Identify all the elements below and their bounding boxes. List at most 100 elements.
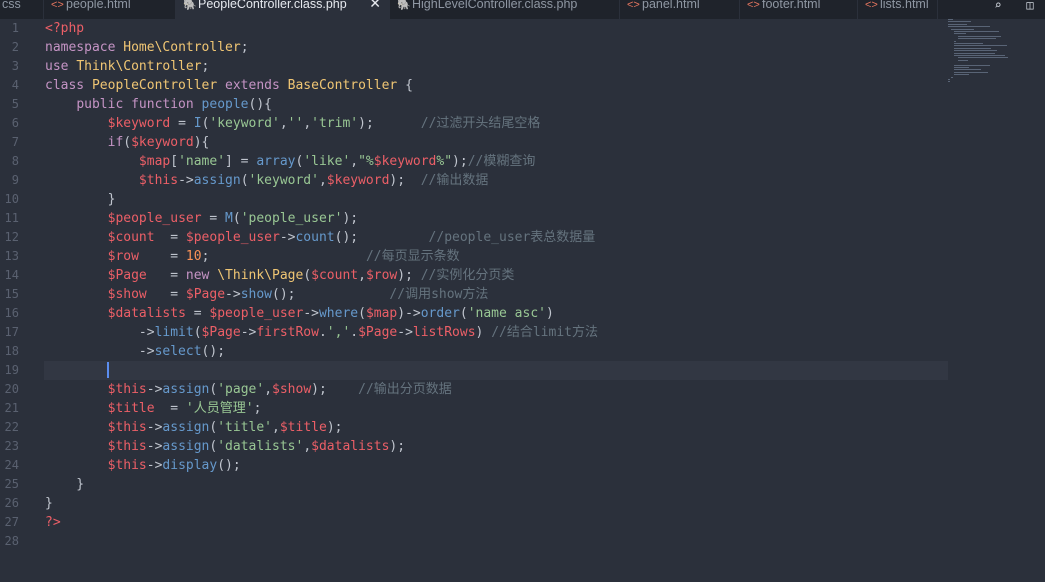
- tab-label: panel.html: [642, 0, 700, 11]
- code-editor[interactable]: 1 <?php 2 namespace Home\Controller; 3 use Th…: [0, 19, 1045, 582]
- code-token: assign: [162, 420, 210, 435]
- tab-people-html[interactable]: <> people.html: [44, 0, 176, 19]
- code-line: 9 $this->assign('keyword',$keyword); //输…: [0, 171, 1045, 190]
- code-token: $this: [138, 173, 179, 188]
- minimap-line: [948, 26, 990, 28]
- code-line: 18 ->select();: [0, 342, 1045, 361]
- code-token: (: [240, 173, 249, 188]
- code-token: .: [318, 325, 327, 340]
- search-in-files-icon[interactable]: ⌕: [990, 0, 1006, 11]
- minimap-line: [948, 81, 950, 83]
- tab-label: lists.html: [880, 0, 929, 11]
- code-line: 7 if($keyword){: [0, 133, 1045, 152]
- line-number: 2: [11, 40, 19, 54]
- code-token: ,: [303, 116, 312, 131]
- code-token: $row: [107, 249, 139, 264]
- code-token: $datalists: [311, 439, 390, 454]
- code-token: <?php: [45, 21, 85, 36]
- code-token: =: [146, 268, 186, 283]
- code-token: [: [170, 154, 179, 169]
- code-token: I: [193, 116, 202, 131]
- code-token: ->: [146, 420, 163, 435]
- code-token: 'datalists': [217, 439, 304, 454]
- code-token: ,: [358, 268, 366, 283]
- code-token: {: [405, 78, 413, 93]
- minimap-line: [951, 76, 953, 78]
- minimap-line: [948, 23, 967, 25]
- code-token: ->: [397, 325, 413, 340]
- code-token: ->: [45, 344, 155, 359]
- code-line: 28: [0, 532, 1045, 551]
- tab-panel-html[interactable]: <> panel.html: [620, 0, 740, 19]
- tab-peoplecontroller-class-php[interactable]: 🐘 PeopleController.class.php ✕: [176, 0, 390, 19]
- tab-label: footer.html: [762, 0, 821, 11]
- line-number: 1: [11, 21, 19, 35]
- split-layout-icon[interactable]: ◫: [1022, 0, 1038, 11]
- code-line: 19: [0, 361, 1045, 380]
- minimap-line: [954, 45, 1007, 47]
- code-token: (: [123, 135, 132, 150]
- code-token: //输出数据: [420, 173, 489, 188]
- code-token: $this: [107, 382, 147, 397]
- code-token: BaseController: [287, 78, 406, 93]
- code-token: }: [45, 192, 116, 207]
- close-tab-icon[interactable]: ✕: [369, 0, 381, 10]
- code-line: 16 $datalists = $people_user->where($map…: [0, 304, 1045, 323]
- line-code: ->select();: [45, 342, 225, 361]
- tab-css[interactable]: css: [0, 0, 44, 19]
- line-number: 25: [4, 477, 19, 491]
- code-token: }: [45, 496, 53, 511]
- code-token: Home\Controller: [123, 40, 241, 55]
- code-token: =: [146, 287, 186, 302]
- code-line: 3 use Think\Controller;: [0, 57, 1045, 76]
- code-token: //结合limit方法: [491, 325, 598, 340]
- code-token: ->: [178, 173, 194, 188]
- code-token: where: [318, 306, 359, 321]
- minimap-line: [954, 50, 997, 52]
- code-token: "%: [358, 154, 374, 169]
- code-token: );: [389, 439, 406, 454]
- code-token: %": [436, 154, 453, 169]
- code-token: people: [201, 97, 249, 112]
- code-token: \Think\Page: [217, 268, 304, 283]
- code-line: 6 $keyword = I('keyword','','trim'); //过…: [0, 114, 1045, 133]
- tab-lists-html[interactable]: <> lists.html: [858, 0, 938, 19]
- tab-highlevelcontroller-class-php[interactable]: 🐘 HighLevelController.class.php: [390, 0, 620, 19]
- minimap[interactable]: [948, 19, 1023, 99]
- code-line: 11 $people_user = M('people_user');: [0, 209, 1045, 228]
- code-token: ){: [193, 135, 210, 150]
- code-token: $count: [311, 268, 359, 283]
- code-line: 20 $this->assign('page',$show); //输出分页数据: [0, 380, 1045, 399]
- code-token: ;: [253, 401, 262, 416]
- code-token: ,: [272, 420, 280, 435]
- code-token: $show: [272, 382, 312, 397]
- minimap-line: [954, 52, 995, 54]
- php-file-icon: 🐘: [183, 0, 197, 11]
- line-code: class PeopleController extends BaseContr…: [45, 76, 413, 95]
- line-code: $Page = new \Think\Page($count,$row); //…: [45, 266, 515, 285]
- code-token: );: [311, 382, 359, 397]
- code-token: (){: [248, 97, 272, 112]
- html-file-icon: <>: [627, 0, 640, 11]
- minimap-line: [948, 19, 953, 20]
- code-token: ,: [264, 382, 273, 397]
- minimap-line: [948, 21, 971, 23]
- line-number: 20: [4, 382, 19, 396]
- line-number: 11: [4, 211, 19, 225]
- line-code: $this->display();: [45, 456, 241, 475]
- code-token: //people_user表总数据量: [428, 230, 596, 245]
- tab-footer-html[interactable]: <> footer.html: [740, 0, 858, 19]
- code-line: 23 $this->assign('datalists',$datalists)…: [0, 437, 1045, 456]
- line-code: $this->assign('page',$show); //输出分页数据: [45, 380, 452, 399]
- code-line: 5 public function people(){: [0, 95, 1045, 114]
- code-token: select: [154, 344, 202, 359]
- code-token: ();: [272, 287, 390, 302]
- code-line: 22 $this->assign('title',$title);: [0, 418, 1045, 437]
- code-token: .: [350, 325, 359, 340]
- line-code: namespace Home\Controller;: [45, 38, 249, 57]
- code-line: 12 $count = $people_user->count(); //peo…: [0, 228, 1045, 247]
